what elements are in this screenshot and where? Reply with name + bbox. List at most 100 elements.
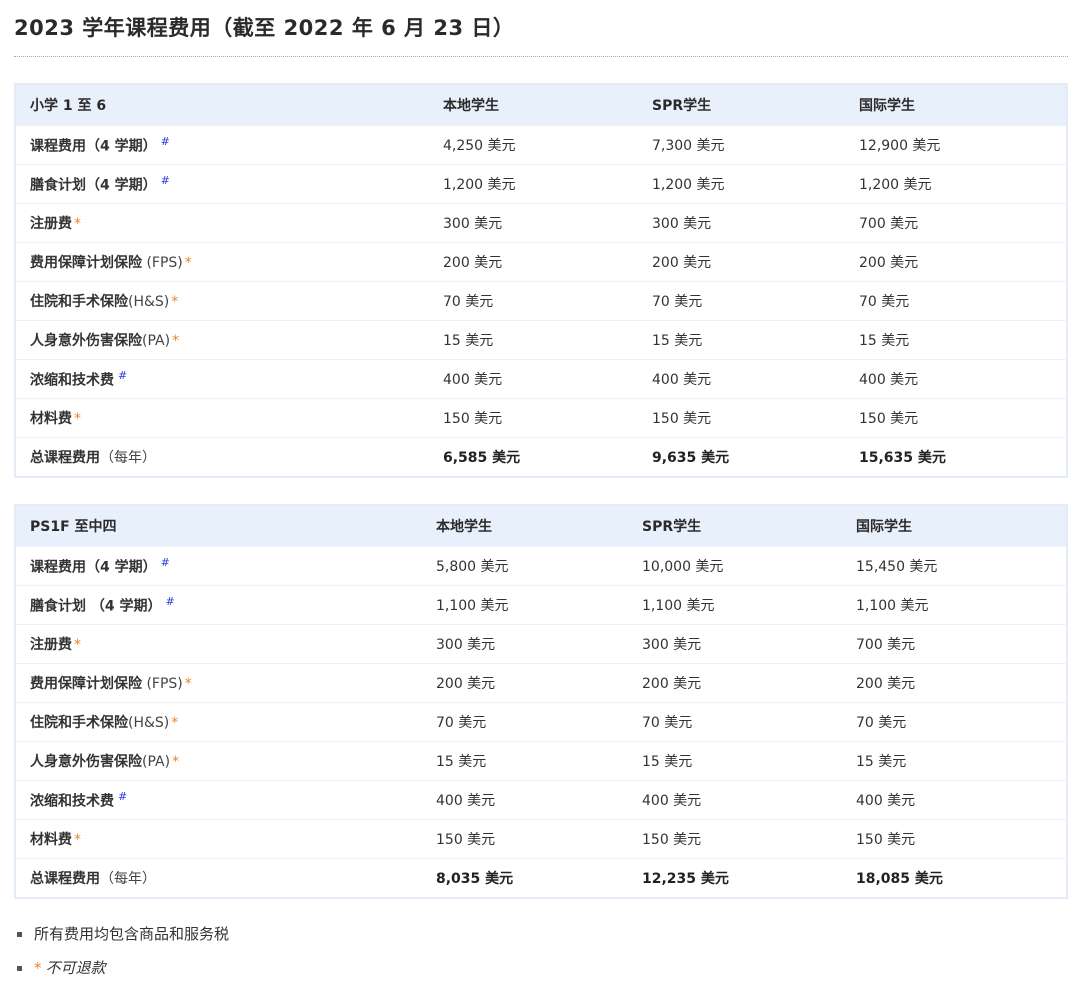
table-row: 费用保障计划保险 (FPS) * 200 美元 200 美元 200 美元 [15, 663, 1067, 703]
fee-amount: 4,250 美元 [429, 125, 638, 165]
row-label: 浓缩和技术费 # [15, 780, 422, 820]
fee-abbrev: (FPS) [142, 676, 183, 692]
fee-amount: 200 美元 [845, 242, 1067, 282]
fee-name: 住院和手术保险 [30, 715, 128, 731]
fee-amount: 200 美元 [429, 242, 638, 282]
fee-name: 费用保障计划保险 [30, 676, 142, 692]
total-row: 总课程费用（每年） 8,035 美元 12,235 美元 18,085 美元 [15, 859, 1067, 899]
fee-amount: 70 美元 [628, 702, 842, 742]
total-period: （每年） [100, 450, 156, 466]
fee-amount: 1,100 美元 [422, 585, 628, 625]
fee-abbrev: (FPS) [142, 255, 183, 271]
fee-abbrev: (H&S) [128, 715, 170, 731]
fee-amount: 70 美元 [845, 281, 1067, 321]
hash-marker: # [118, 368, 128, 382]
fee-amount: 15 美元 [638, 320, 845, 360]
total-amount: 12,235 美元 [642, 871, 729, 887]
row-label: 住院和手术保险(H&S) * [15, 702, 422, 742]
total-period: （每年） [100, 871, 156, 887]
fee-amount: 15 美元 [422, 741, 628, 781]
total-label: 总课程费用（每年） [15, 859, 422, 899]
hash-marker: # [160, 173, 170, 187]
nonrefundable-marker: * [74, 411, 81, 427]
bullet-icon [17, 932, 22, 937]
fee-name: 浓缩和技术费 [30, 793, 114, 810]
column-header: 本地学生 [422, 505, 628, 547]
nonrefundable-marker: * [171, 294, 179, 310]
fee-tables: 小学 1 至 6 本地学生 SPR学生 国际学生 课程费用（4 学期） #4,250 美元… [14, 83, 1068, 899]
fee-amount: 400 美元 [422, 780, 628, 820]
table-title-cell: 小学 1 至 6 [15, 84, 429, 126]
row-label: 住院和手术保险(H&S) * [15, 281, 429, 321]
hash-marker: # [160, 555, 170, 569]
note-item: 所有费用均包含商品和服务税 [14, 921, 1068, 955]
fee-abbrev: (H&S) [128, 294, 170, 310]
fee-amount: 1,100 美元 [628, 585, 842, 625]
bullet-icon [17, 966, 22, 971]
nonrefundable-marker: * [74, 637, 81, 653]
row-label: 费用保障计划保险 (FPS) * [15, 242, 429, 282]
table-row: 材料费 * 150 美元 150 美元 150 美元 [15, 819, 1067, 859]
page: 2023 学年课程费用（截至 2022 年 6 月 23 日） 小学 1 至 6… [0, 0, 1080, 989]
fee-amount: 150 美元 [842, 819, 1067, 859]
fee-amount: 150 美元 [845, 398, 1067, 438]
row-label: 膳食计划 （4 学期） # [15, 585, 422, 625]
fee-abbrev: (PA) [142, 333, 171, 349]
hash-marker: # [165, 594, 175, 608]
fee-amount: 200 美元 [628, 663, 842, 703]
fee-name: 注册费 [30, 216, 72, 232]
table-row: 注册费 * 300 美元 300 美元 700 美元 [15, 624, 1067, 664]
fee-table: 小学 1 至 6 本地学生 SPR学生 国际学生 课程费用（4 学期） #4,250 美元… [14, 83, 1068, 478]
table-row: 人身意外伤害保险(PA) * 15 美元 15 美元 15 美元 [15, 741, 1067, 781]
note-item: * 不可退款 [14, 955, 1068, 989]
table-row: 浓缩和技术费 #400 美元 400 美元 400 美元 [15, 359, 1067, 399]
fee-amount: 150 美元 [422, 819, 628, 859]
notes-list: 所有费用均包含商品和服务税 * 不可退款 [14, 921, 1068, 989]
fee-name: 住院和手术保险 [30, 294, 128, 310]
table-row: 课程费用（4 学期） #4,250 美元 7,300 美元 12,900 美元 [15, 125, 1067, 165]
note-text: 所有费用均包含商品和服务税 [34, 925, 230, 943]
row-label: 注册费 * [15, 203, 429, 243]
nonrefundable-marker: * [184, 676, 192, 692]
note-text: 不可退款 [45, 959, 106, 977]
column-header: SPR学生 [628, 505, 842, 547]
table-row: 费用保障计划保险 (FPS) * 200 美元 200 美元 200 美元 [15, 242, 1067, 282]
nonrefundable-marker: * [184, 255, 192, 271]
row-label: 注册费 * [15, 624, 422, 664]
row-label: 人身意外伤害保险(PA) * [15, 320, 429, 360]
total-amount: 18,085 美元 [856, 871, 943, 887]
fee-amount: 400 美元 [429, 359, 638, 399]
hash-marker: # [118, 789, 128, 803]
fee-amount: 70 美元 [429, 281, 638, 321]
total-name: 总课程费用 [30, 450, 100, 466]
fee-name: 人身意外伤害保险 [30, 333, 142, 349]
table-title-cell: PS1F 至中四 [15, 505, 422, 547]
total-row: 总课程费用（每年） 6,585 美元 9,635 美元 15,635 美元 [15, 438, 1067, 478]
fee-table: PS1F 至中四 本地学生 SPR学生 国际学生 课程费用（4 学期） #5,800 美元… [14, 504, 1068, 899]
fee-amount: 15,450 美元 [842, 546, 1067, 586]
nonrefundable-marker: * [34, 959, 42, 977]
nonrefundable-marker: * [172, 754, 180, 770]
fee-amount: 700 美元 [845, 203, 1067, 243]
hash-marker: # [160, 134, 170, 148]
fee-name: 材料费 [30, 832, 72, 848]
fee-amount: 12,900 美元 [845, 125, 1067, 165]
fee-name: 课程费用（4 学期） [30, 559, 157, 576]
table-row: 膳食计划（4 学期） #1,200 美元 1,200 美元 1,200 美元 [15, 164, 1067, 204]
total-amount: 6,585 美元 [443, 450, 521, 466]
fee-amount: 70 美元 [842, 702, 1067, 742]
row-label: 材料费 * [15, 819, 422, 859]
fee-name: 膳食计划（4 学期） [30, 177, 157, 194]
row-label: 课程费用（4 学期） # [15, 546, 422, 586]
row-label: 课程费用（4 学期） # [15, 125, 429, 165]
total-amount: 8,035 美元 [436, 871, 514, 887]
fee-name: 人身意外伤害保险 [30, 754, 142, 770]
fee-amount: 1,200 美元 [845, 164, 1067, 204]
table-row: 浓缩和技术费 #400 美元 400 美元 400 美元 [15, 780, 1067, 820]
row-label: 人身意外伤害保险(PA) * [15, 741, 422, 781]
row-label: 费用保障计划保险 (FPS) * [15, 663, 422, 703]
fee-amount: 150 美元 [638, 398, 845, 438]
fee-amount: 300 美元 [422, 624, 628, 664]
fee-amount: 200 美元 [422, 663, 628, 703]
total-label: 总课程费用（每年） [15, 438, 429, 478]
